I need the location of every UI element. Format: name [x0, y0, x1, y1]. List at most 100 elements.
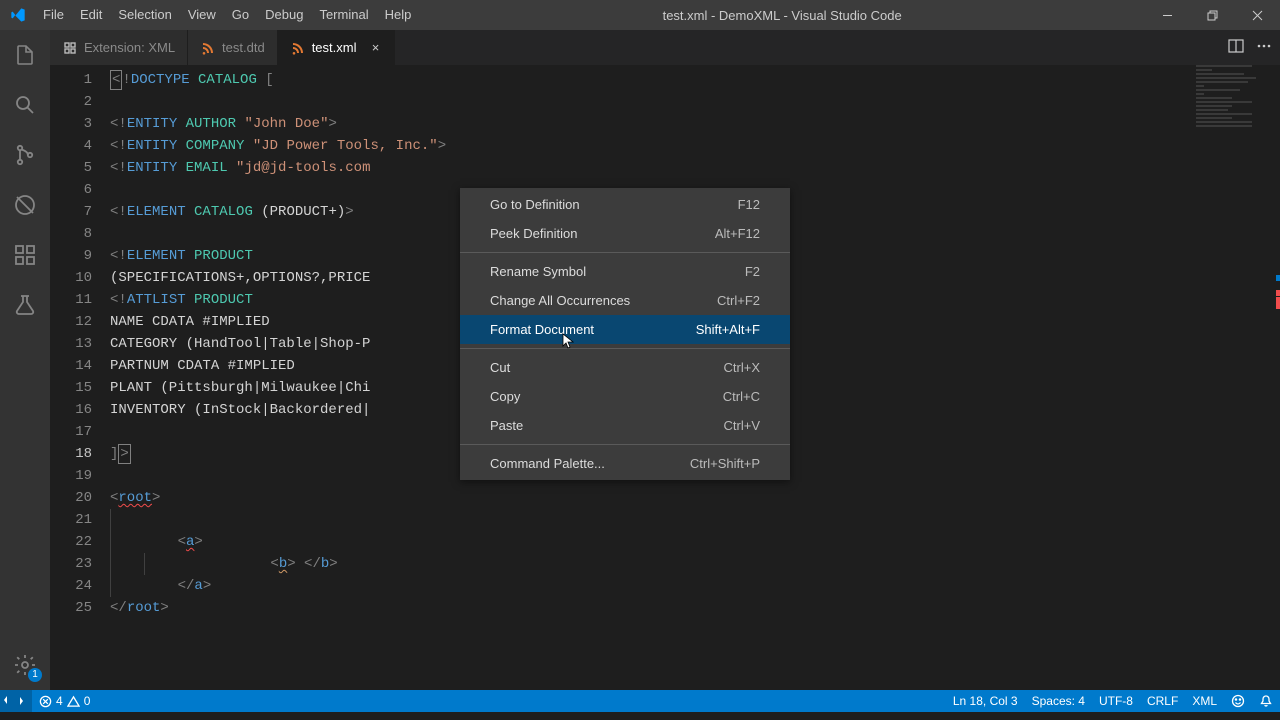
status-language[interactable]: XML	[1185, 690, 1224, 712]
line-number: 9	[50, 245, 92, 267]
line-number: 3	[50, 113, 92, 135]
context-menu-item-label: Paste	[490, 418, 724, 433]
menu-debug[interactable]: Debug	[257, 0, 311, 30]
activity-search-icon[interactable]	[0, 80, 50, 130]
activity-explorer-icon[interactable]	[0, 30, 50, 80]
code-line: <b> </b>	[110, 553, 1280, 575]
context-menu-item-label: Copy	[490, 389, 723, 404]
menu-selection[interactable]: Selection	[110, 0, 179, 30]
status-error-count: 4	[56, 694, 63, 708]
xml-file-icon	[200, 40, 216, 56]
line-number: 25	[50, 597, 92, 619]
code-line: </a>	[110, 575, 1280, 597]
line-number: 6	[50, 179, 92, 201]
activity-settings-icon[interactable]: 1	[0, 640, 50, 690]
menu-bar: FileEditSelectionViewGoDebugTerminalHelp	[35, 0, 419, 30]
context-menu-item-cut[interactable]: CutCtrl+X	[460, 353, 790, 382]
line-number: 11	[50, 289, 92, 311]
line-number: 19	[50, 465, 92, 487]
context-menu-item-change-all-occurrences[interactable]: Change All OccurrencesCtrl+F2	[460, 286, 790, 315]
context-menu-item-command-palette[interactable]: Command Palette...Ctrl+Shift+P	[460, 449, 790, 478]
context-menu-item-rename-symbol[interactable]: Rename SymbolF2	[460, 257, 790, 286]
status-eol[interactable]: CRLF	[1140, 690, 1185, 712]
line-number: 21	[50, 509, 92, 531]
line-number: 17	[50, 421, 92, 443]
activity-scm-icon[interactable]	[0, 130, 50, 180]
context-menu: Go to DefinitionF12Peek DefinitionAlt+F1…	[460, 188, 790, 480]
menu-view[interactable]: View	[180, 0, 224, 30]
context-menu-item-label: Go to Definition	[490, 197, 738, 212]
context-menu-item-paste[interactable]: PasteCtrl+V	[460, 411, 790, 440]
tab-label: test.xml	[312, 40, 357, 55]
activity-extensions-icon[interactable]	[0, 230, 50, 280]
line-number: 15	[50, 377, 92, 399]
minimap[interactable]	[1196, 65, 1276, 135]
context-menu-item-label: Format Document	[490, 322, 696, 337]
line-number: 18	[50, 443, 92, 465]
more-actions-icon[interactable]	[1256, 38, 1272, 57]
code-line: <!ENTITY EMAIL "jd@jd-tools.com	[110, 157, 1280, 179]
context-menu-item-go-to-definition[interactable]: Go to DefinitionF12	[460, 190, 790, 219]
line-number: 23	[50, 553, 92, 575]
activity-testing-icon[interactable]	[0, 280, 50, 330]
status-problems[interactable]: 4 0	[32, 690, 97, 712]
activity-debug-icon[interactable]	[0, 180, 50, 230]
context-menu-item-shortcut: Ctrl+X	[724, 360, 760, 375]
context-menu-item-label: Rename Symbol	[490, 264, 745, 279]
status-indentation[interactable]: Spaces: 4	[1025, 690, 1092, 712]
status-remote-icon[interactable]	[0, 690, 32, 712]
context-menu-item-shortcut: Alt+F12	[715, 226, 760, 241]
menu-file[interactable]: File	[35, 0, 72, 30]
code-line: </root>	[110, 597, 1280, 619]
menu-terminal[interactable]: Terminal	[311, 0, 376, 30]
split-editor-icon[interactable]	[1228, 38, 1244, 57]
code-line: <a>	[110, 531, 1280, 553]
window-title: test.xml - DemoXML - Visual Studio Code	[419, 8, 1145, 23]
context-menu-item-format-document[interactable]: Format DocumentShift+Alt+F	[460, 315, 790, 344]
menu-go[interactable]: Go	[224, 0, 257, 30]
vscode-logo-icon	[0, 7, 35, 23]
tab-close-icon[interactable]: ×	[368, 40, 382, 55]
code-line: <!ENTITY COMPANY "JD Power Tools, Inc.">	[110, 135, 1280, 157]
context-menu-item-shortcut: Shift+Alt+F	[696, 322, 760, 337]
menu-help[interactable]: Help	[377, 0, 420, 30]
context-menu-item-shortcut: F2	[745, 264, 760, 279]
context-menu-item-shortcut: Ctrl+V	[724, 418, 760, 433]
code-line: <!ENTITY AUTHOR "John Doe">	[110, 113, 1280, 135]
tab-test-xml[interactable]: test.xml ×	[278, 30, 396, 65]
tab-extension-xml[interactable]: Extension: XML	[50, 30, 188, 65]
context-menu-separator	[460, 252, 790, 253]
line-number: 24	[50, 575, 92, 597]
context-menu-separator	[460, 444, 790, 445]
context-menu-separator	[460, 348, 790, 349]
line-number: 10	[50, 267, 92, 289]
tab-bar: Extension: XML test.dtd test.xml ×	[50, 30, 1280, 65]
context-menu-item-shortcut: F12	[738, 197, 760, 212]
status-bar: 4 0 Ln 18, Col 3 Spaces: 4 UTF-8 CRLF XM…	[0, 690, 1280, 712]
window-restore-icon[interactable]	[1190, 0, 1235, 30]
status-encoding[interactable]: UTF-8	[1092, 690, 1140, 712]
menu-edit[interactable]: Edit	[72, 0, 110, 30]
line-number: 12	[50, 311, 92, 333]
status-feedback-icon[interactable]	[1224, 690, 1252, 712]
context-menu-item-label: Command Palette...	[490, 456, 690, 471]
line-number: 4	[50, 135, 92, 157]
title-bar: FileEditSelectionViewGoDebugTerminalHelp…	[0, 0, 1280, 30]
status-cursor-position[interactable]: Ln 18, Col 3	[946, 690, 1025, 712]
line-number: 14	[50, 355, 92, 377]
window-minimize-icon[interactable]	[1145, 0, 1190, 30]
context-menu-item-label: Change All Occurrences	[490, 293, 717, 308]
status-notifications-icon[interactable]	[1252, 690, 1280, 712]
line-number: 13	[50, 333, 92, 355]
context-menu-item-shortcut: Ctrl+F2	[717, 293, 760, 308]
window-close-icon[interactable]	[1235, 0, 1280, 30]
settings-badge: 1	[28, 668, 42, 682]
context-menu-item-copy[interactable]: CopyCtrl+C	[460, 382, 790, 411]
context-menu-item-label: Peek Definition	[490, 226, 715, 241]
status-warning-count: 0	[84, 694, 91, 708]
context-menu-item-peek-definition[interactable]: Peek DefinitionAlt+F12	[460, 219, 790, 248]
tab-test-dtd[interactable]: test.dtd	[188, 30, 278, 65]
editor-group: Extension: XMLtest.dtdtest.xml× 12345678…	[50, 30, 1280, 690]
context-menu-item-shortcut: Ctrl+Shift+P	[690, 456, 760, 471]
tab-label: Extension: XML	[84, 40, 175, 55]
